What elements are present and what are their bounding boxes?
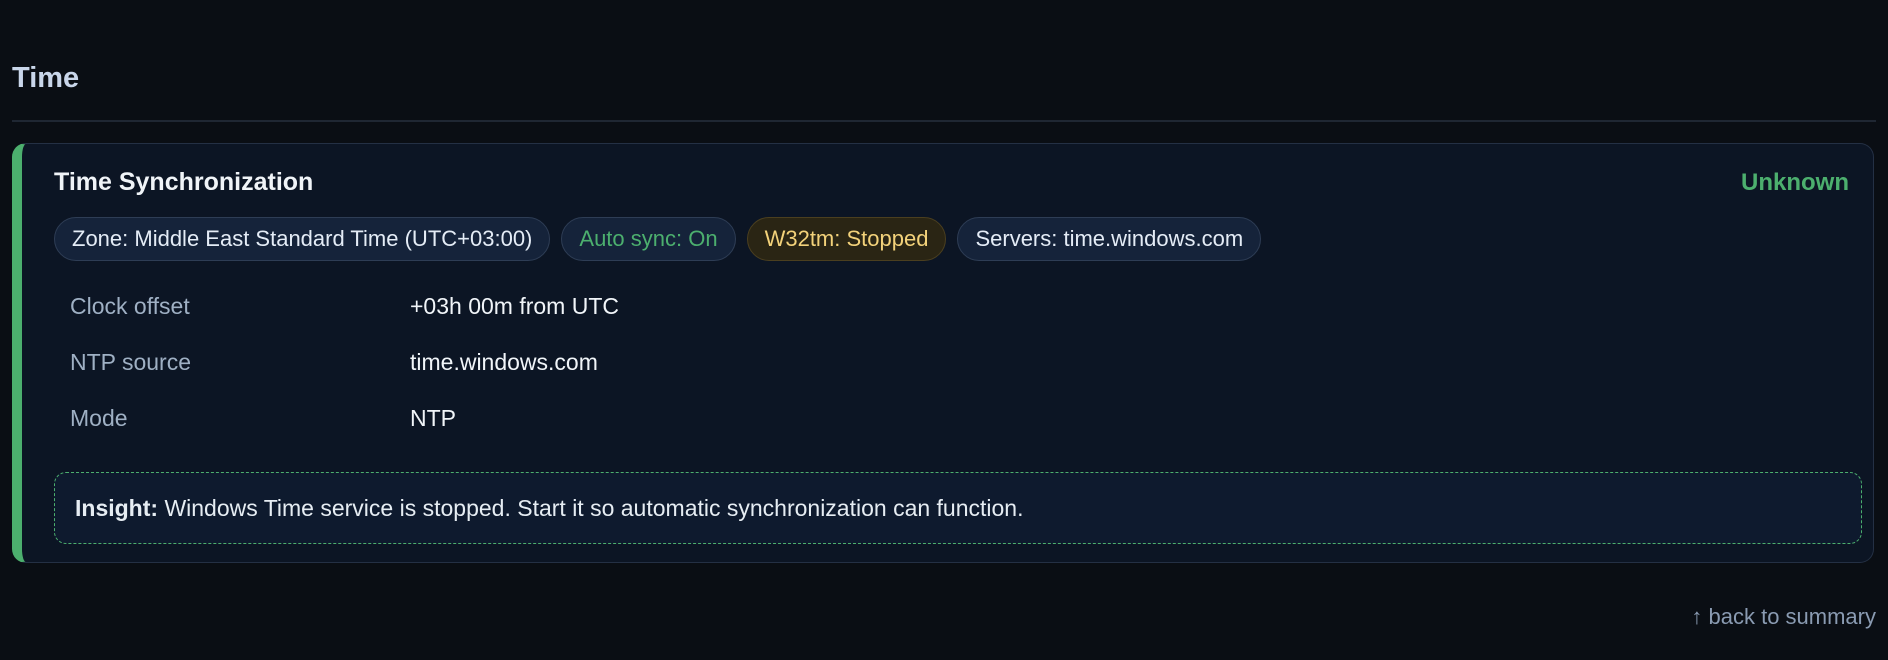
detail-row-clock-offset: Clock offset +03h 00m from UTC — [70, 295, 619, 351]
detail-value: time.windows.com — [410, 349, 598, 375]
detail-key: Clock offset — [70, 293, 190, 319]
card-title: Time Synchronization — [54, 168, 314, 196]
time-sync-card: Time Synchronization Unknown Zone: Middl… — [12, 143, 1874, 563]
detail-value: +03h 00m from UTC — [410, 293, 619, 319]
page: Time Time Synchronization Unknown Zone: … — [0, 0, 1888, 660]
chip-zone: Zone: Middle East Standard Time (UTC+03:… — [54, 217, 551, 261]
detail-key: Mode — [70, 405, 128, 431]
chip-w32tm: W32tm: Stopped — [746, 217, 947, 261]
insight-text: Windows Time service is stopped. Start i… — [164, 495, 1024, 521]
detail-row-ntp-source: NTP source time.windows.com — [70, 351, 619, 407]
section-title: Time — [12, 62, 80, 94]
back-to-summary-link[interactable]: ↑ back to summary — [1691, 606, 1876, 628]
detail-value: NTP — [410, 405, 456, 431]
chip-auto-sync: Auto sync: On — [561, 217, 736, 261]
chip-servers: Servers: time.windows.com — [957, 217, 1262, 261]
section-divider — [12, 120, 1876, 122]
detail-table: Clock offset +03h 00m from UTC NTP sourc… — [70, 295, 619, 463]
status-badge: Unknown — [1741, 169, 1849, 196]
chip-list: Zone: Middle East Standard Time (UTC+03:… — [54, 217, 1262, 261]
detail-key: NTP source — [70, 349, 192, 375]
insight-label: Insight: — [75, 495, 159, 521]
insight-box: Insight: Windows Time service is stopped… — [54, 472, 1862, 544]
detail-row-mode: Mode NTP — [70, 407, 619, 463]
